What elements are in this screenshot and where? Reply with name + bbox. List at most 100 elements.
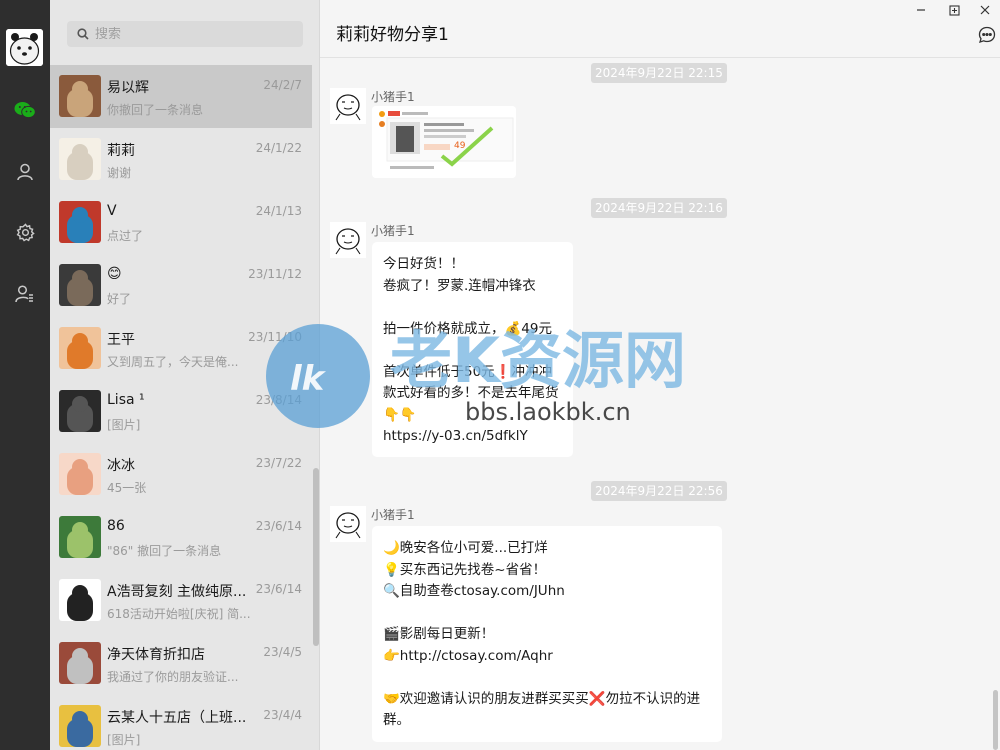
sender-avatar[interactable] — [330, 88, 366, 124]
conversation-avatar — [59, 642, 101, 684]
conversation-preview: 好了 — [107, 292, 132, 306]
message-timestamp: 2024年9月22日 22:15 — [591, 63, 727, 83]
text-message-bubble[interactable]: 今日好货！！ 卷疯了！罗蒙.连帽冲锋衣 拍一件价格就成立，💰49元 首次单件低于… — [372, 242, 573, 457]
conversation-time: 24/1/13 — [255, 204, 302, 218]
message-line: 群。 — [383, 712, 410, 728]
conversation-name: 86 — [107, 518, 125, 534]
conversation-item[interactable]: A浩哥复刻 主做纯原... 23/6/14 618活动开始啦[庆祝] 简... — [50, 569, 312, 632]
conversation-preview: "86" 撤回了一条消息 — [107, 544, 222, 558]
settings-icon[interactable] — [12, 219, 38, 245]
conversation-item[interactable]: V 24/1/13 点过了 — [50, 191, 312, 254]
conversation-item[interactable]: 王平 23/11/10 又到周五了，今天是俺... — [50, 317, 312, 380]
contacts-icon[interactable] — [12, 159, 38, 185]
message-timestamp: 2024年9月22日 22:16 — [591, 198, 727, 218]
conversation-time: 23/4/4 — [263, 708, 302, 722]
message-line — [383, 297, 562, 319]
message-line — [383, 667, 711, 689]
conversation-preview: 45一张 — [107, 481, 147, 495]
nav-rail — [0, 0, 50, 750]
conversation-item[interactable]: 净天体育折扣店 23/4/5 我通过了你的朋友验证... — [50, 632, 312, 695]
search-input[interactable] — [95, 26, 295, 42]
conversation-name: 云某人十五店（上班... — [107, 710, 247, 726]
message-line: 💡买东西记先找卷~省省！ — [383, 561, 547, 578]
conversation-preview: 又到周五了，今天是俺... — [107, 355, 239, 369]
conversation-list: 易以辉 24/2/7 你撤回了一条消息莉莉 24/1/22 谢谢 V 24/1/13 点过了 😊… — [50, 0, 320, 750]
sender-avatar[interactable] — [330, 506, 366, 542]
conversation-item[interactable]: Lisa ¹ 23/8/14 [图片] — [50, 380, 312, 443]
message-line: 🎬影剧每日更新！ — [383, 626, 495, 642]
conversation-item[interactable]: 易以辉 24/2/7 你撤回了一条消息 — [50, 65, 312, 128]
conversation-name: 易以辉 — [107, 80, 149, 96]
conversation-name: 😊 — [107, 266, 122, 282]
conversation-avatar — [59, 516, 101, 558]
conversation-time: 23/6/14 — [255, 519, 302, 533]
maximize-icon[interactable] — [945, 2, 963, 18]
chat-title: 莉莉好物分享1 — [336, 25, 449, 45]
conversation-item[interactable]: 冰冰 23/7/22 45一张 — [50, 443, 312, 506]
message-line: 拍一件价格就成立，💰49元 — [383, 320, 552, 337]
chat-pane: 莉莉好物分享1 2024年9月22日 22:15 小猪手1 49 2024年9月… — [320, 0, 1000, 750]
chat-scrollbar[interactable] — [993, 690, 998, 750]
message-line: 🌙晚安各位小可爱...已打烊 — [383, 540, 548, 556]
message-line: 首次单件低于50元❗冲冲冲 — [383, 363, 552, 380]
message-link[interactable]: 🔍自助查卷ctosay.com/JUhn — [383, 581, 711, 603]
profile-icon[interactable] — [12, 281, 38, 307]
message-line: 卷疯了！罗蒙.连帽冲锋衣 — [383, 277, 536, 294]
card-price: 49 — [454, 141, 466, 151]
list-scrollbar[interactable] — [313, 468, 319, 646]
conversation-preview: 618活动开始啦[庆祝] 简... — [107, 607, 251, 621]
conversation-avatar — [59, 201, 101, 243]
search-box[interactable] — [67, 21, 303, 47]
conversation-avatar — [59, 75, 101, 117]
message-line — [383, 340, 562, 362]
conversation-time: 23/4/5 — [263, 645, 302, 659]
conversation-name: 莉莉 — [107, 143, 135, 159]
conversation-name: A浩哥复刻 主做纯原... — [107, 584, 247, 600]
message-line: 今日好货！！ — [383, 256, 464, 272]
message-link[interactable]: 👉http://ctosay.com/Aqhr — [383, 646, 711, 668]
conversation-avatar — [59, 390, 101, 432]
conversation-item[interactable]: 😊 23/11/12 好了 — [50, 254, 312, 317]
conversation-avatar — [59, 453, 101, 495]
conversation-time: 23/11/12 — [248, 267, 302, 281]
close-icon[interactable] — [976, 2, 994, 18]
conversation-name: V — [107, 203, 117, 219]
conversation-name: 冰冰 — [107, 458, 135, 474]
conversation-preview: 点过了 — [107, 229, 144, 243]
conversation-name: 王平 — [107, 332, 135, 348]
message-link[interactable]: https://y-03.cn/5dfklY — [383, 426, 562, 448]
conversation-preview: 你撤回了一条消息 — [107, 103, 204, 117]
conversation-item[interactable]: 云某人十五店（上班... 23/4/4 [图片] — [50, 695, 312, 750]
conversation-item[interactable]: 86 23/6/14 "86" 撤回了一条消息 — [50, 506, 312, 569]
conversation-item[interactable]: 莉莉 24/1/22 谢谢 — [50, 128, 312, 191]
conversation-avatar — [59, 327, 101, 369]
conversation-avatar — [59, 138, 101, 180]
conversation-preview: 谢谢 — [107, 166, 132, 180]
message-line — [383, 603, 711, 625]
conversation-time: 23/7/22 — [255, 456, 302, 470]
conversation-name: Lisa ¹ — [107, 392, 145, 408]
minimize-icon[interactable] — [912, 2, 930, 18]
conversation-name: 净天体育折扣店 — [107, 647, 205, 663]
product-image-message[interactable]: 49 — [372, 106, 516, 178]
search-icon — [77, 28, 89, 40]
sender-avatar[interactable] — [330, 222, 366, 258]
conversation-time: 23/8/14 — [255, 393, 302, 407]
message-line: 👇👇 — [383, 406, 417, 423]
my-avatar[interactable] — [6, 29, 43, 66]
conversation-time: 23/6/14 — [255, 582, 302, 596]
conversation-time: 24/2/7 — [263, 78, 302, 92]
conversation-avatar — [59, 264, 101, 306]
sender-name: 小猪手1 — [371, 224, 415, 238]
conversation-avatar — [59, 705, 101, 747]
message-line: 🤝欢迎邀请认识的朋友进群买买买❌勿拉不认识的进 — [383, 690, 701, 707]
sender-name: 小猪手1 — [371, 90, 415, 104]
more-options-icon[interactable] — [978, 26, 996, 44]
message-timestamp: 2024年9月22日 22:56 — [591, 481, 727, 501]
conversation-preview: [图片] — [107, 418, 141, 432]
conversation-time: 24/1/22 — [255, 141, 302, 155]
conversation-preview: 我通过了你的朋友验证... — [107, 670, 239, 684]
chat-icon[interactable] — [12, 97, 38, 123]
conversation-time: 23/11/10 — [248, 330, 302, 344]
text-message-bubble[interactable]: 🌙晚安各位小可爱...已打烊 💡买东西记先找卷~省省！ 🔍自助查卷ctosay.… — [372, 526, 722, 742]
